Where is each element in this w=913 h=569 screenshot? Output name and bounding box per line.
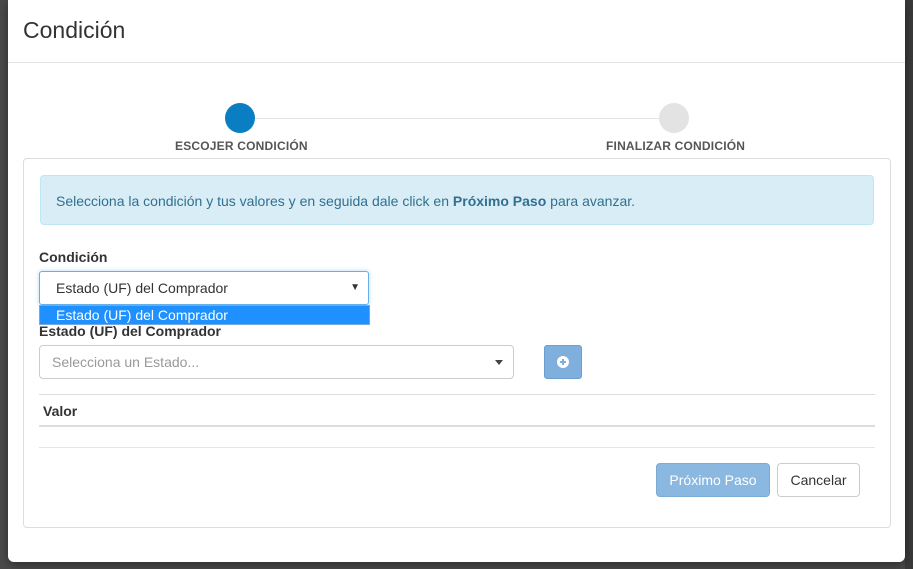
caret-down-icon xyxy=(495,360,503,365)
table-header-divider xyxy=(39,425,875,427)
step-1-indicator xyxy=(225,103,255,133)
table-header-valor: Valor xyxy=(43,403,78,419)
step-2-label: FINALIZAR CONDICIÓN xyxy=(606,139,746,153)
alert-text-after: para avanzar. xyxy=(546,193,636,209)
alert-text-before: Selecciona la condición y tus valores y … xyxy=(56,193,453,209)
alert-text-bold: Próximo Paso xyxy=(452,193,547,209)
state-label: Estado (UF) del Comprador xyxy=(39,323,222,339)
condition-select[interactable]: Estado (UF) del Comprador ▼ xyxy=(39,271,369,305)
cancel-button[interactable]: Cancelar xyxy=(777,463,860,497)
state-select[interactable]: Selecciona un Estado... xyxy=(39,345,514,379)
step-1-label: ESCOJER CONDICIÓN xyxy=(175,139,308,153)
plus-circle-icon xyxy=(557,356,569,368)
condition-select-value: Estado (UF) del Comprador xyxy=(56,280,228,296)
modal-title: Condición xyxy=(23,17,126,43)
step-2-indicator xyxy=(659,103,689,133)
condition-label: Condición xyxy=(39,249,108,265)
condition-option-highlighted[interactable]: Estado (UF) del Comprador xyxy=(39,305,370,325)
caret-down-icon: ▼ xyxy=(350,282,360,293)
condition-panel: Selecciona la condición y tus valores y … xyxy=(23,158,891,528)
footer-divider xyxy=(39,447,875,448)
condition-modal: Condición ESCOJER CONDICIÓN FINALIZAR CO… xyxy=(8,0,905,562)
modal-backdrop xyxy=(905,0,913,569)
state-select-placeholder: Selecciona un Estado... xyxy=(52,354,200,370)
add-state-button[interactable] xyxy=(544,345,582,379)
stepper-line xyxy=(248,118,681,119)
next-step-button[interactable]: Próximo Paso xyxy=(656,463,770,497)
table-top-divider xyxy=(39,394,875,395)
modal-header: Condición xyxy=(8,0,905,63)
info-alert: Selecciona la condición y tus valores y … xyxy=(40,175,874,225)
